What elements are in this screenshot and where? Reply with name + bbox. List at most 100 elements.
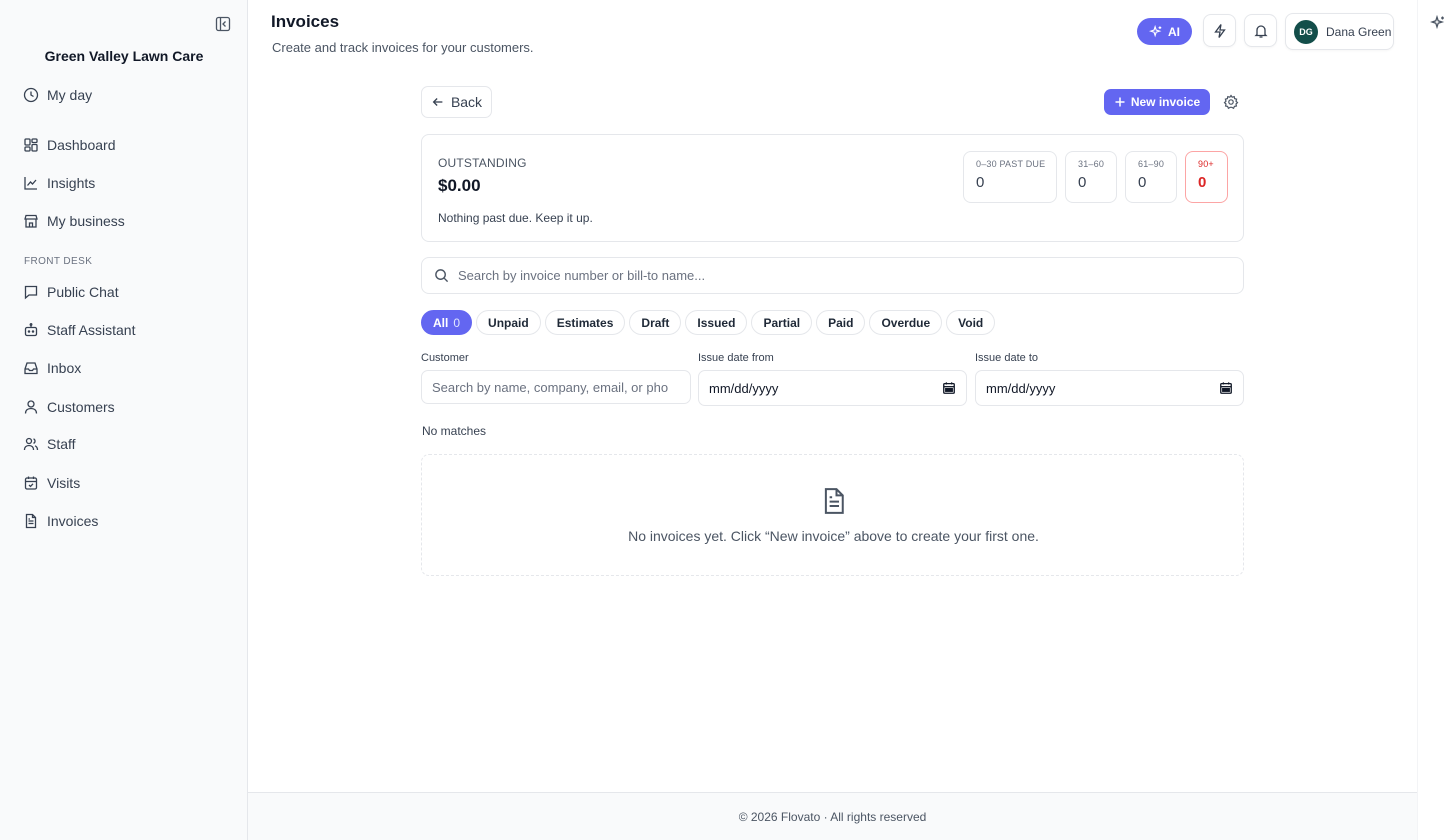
quick-actions-button[interactable] [1203,14,1236,47]
sidebar: Green Valley Lawn Care My day Dashboard … [0,0,248,840]
gear-icon[interactable] [1223,94,1239,110]
users-icon [23,437,39,451]
brand-name: Green Valley Lawn Care [44,48,204,64]
sidebar-item-staff[interactable]: Staff [23,434,76,454]
aging-bucket-61-90[interactable]: 61–90 0 [1125,151,1177,203]
sidebar-item-label: Staff Assistant [47,322,136,338]
sidebar-item-customers[interactable]: Customers [23,397,115,417]
status-filter-chips: All 0 Unpaid Estimates Draft Issued Part… [421,310,996,335]
customer-filter-field [421,370,691,404]
chip-all[interactable]: All 0 [421,310,473,335]
lightning-icon [1213,23,1226,38]
sidebar-item-my-business[interactable]: My business [23,211,125,231]
back-button-label: Back [450,94,483,110]
outstanding-amount: $0.00 [438,176,481,195]
inbox-icon [24,362,38,375]
footer-text: © 2026 Flovato · All rights reserved [738,809,927,824]
aging-bucket-31-60[interactable]: 31–60 0 [1065,151,1117,203]
aging-bucket-90-plus[interactable]: 90+ 0 [1185,151,1228,203]
sidebar-item-label: Dashboard [47,137,116,153]
sidebar-item-staff-assistant[interactable]: Staff Assistant [23,320,135,340]
date-from-field[interactable]: mm/dd/yyyy [698,370,967,406]
search-icon [435,269,449,283]
bucket-value: 0 [1078,174,1087,191]
bot-icon [24,323,38,337]
bucket-value: 0 [976,174,985,191]
user-menu-button[interactable]: DG Dana Green [1285,13,1394,50]
sidebar-item-dashboard[interactable]: Dashboard [23,135,116,155]
chip-estimates[interactable]: Estimates [544,310,626,335]
calendar-icon[interactable] [1219,381,1233,395]
sidebar-item-invoices[interactable]: Invoices [23,511,98,531]
page-title: Invoices [271,12,340,31]
bell-icon [1253,24,1268,38]
notifications-button[interactable] [1244,14,1277,47]
sidebar-item-label: Public Chat [47,284,119,300]
bucket-label: 61–90 [1138,159,1165,169]
chip-draft[interactable]: Draft [629,310,682,335]
sidebar-item-public-chat[interactable]: Public Chat [23,282,119,302]
sidebar-collapse-icon[interactable] [215,16,231,32]
ai-button[interactable]: AI [1137,18,1192,45]
arrow-left-icon [432,98,443,106]
empty-state: No invoices yet. Click “New invoice” abo… [421,454,1244,576]
date-to-field[interactable]: mm/dd/yyyy [975,370,1244,406]
bucket-value: 0 [1138,174,1147,191]
sidebar-item-label: My business [47,213,125,229]
chip-paid[interactable]: Paid [816,310,866,335]
chip-void[interactable]: Void [946,310,996,335]
avatar: DG [1294,19,1318,44]
chat-bubble-icon [24,285,38,300]
results-status: No matches [422,424,487,438]
sidebar-item-label: Insights [47,175,96,191]
invoice-search-box [421,257,1244,294]
dashboard-grid-icon [24,138,38,152]
chip-count: 0 [453,315,461,330]
date-to-label: Issue date to [975,352,1038,364]
date-from-label: Issue date from [698,352,774,364]
chip-unpaid[interactable]: Unpaid [476,310,541,335]
sidebar-item-label: Invoices [47,513,99,529]
sidebar-item-insights[interactable]: Insights [23,173,95,193]
clock-icon [23,87,39,103]
sidebar-item-label: My day [47,87,93,103]
sidebar-item-my-day[interactable]: My day [23,85,92,105]
invoice-search-input[interactable] [458,268,1218,283]
new-invoice-button[interactable]: New invoice [1104,89,1210,115]
sparkles-icon [1149,24,1162,37]
sidebar-item-label: Customers [47,399,115,415]
aging-bucket-0-30[interactable]: 0–30 PAST DUE 0 [963,151,1057,203]
plus-icon [1115,97,1125,107]
bucket-label: 90+ [1198,159,1214,169]
user-icon [24,400,38,414]
calendar-check-icon [24,476,38,490]
nav-section-front-desk: FRONT DESK [24,256,93,267]
chip-issued[interactable]: Issued [685,310,748,335]
sidebar-item-label: Visits [47,475,81,491]
footer: © 2026 Flovato · All rights reserved [248,792,1417,840]
bucket-value: 0 [1198,174,1207,191]
bucket-label: 31–60 [1078,159,1105,169]
sidebar-item-label: Staff [47,436,76,452]
chip-label: All [433,315,449,330]
bucket-label: 0–30 PAST DUE [976,159,1046,169]
date-to-value: mm/dd/yyyy [986,380,1056,396]
sidebar-item-inbox[interactable]: Inbox [23,358,81,378]
ai-button-label: AI [1168,24,1180,39]
customer-filter-input[interactable] [432,379,680,395]
right-rail [1417,0,1456,840]
document-icon [824,488,844,514]
page-subtitle: Create and track invoices for your custo… [272,40,534,55]
calendar-icon[interactable] [942,381,956,395]
sparkles-icon[interactable] [1429,14,1446,31]
chip-partial[interactable]: Partial [751,310,813,335]
back-button[interactable]: Back [421,86,492,118]
file-text-icon [25,513,37,529]
outstanding-label: OUTSTANDING [438,156,527,170]
empty-state-text: No invoices yet. Click “New invoice” abo… [628,528,1039,544]
sidebar-item-visits[interactable]: Visits [23,473,80,493]
customer-filter-label: Customer [421,352,469,364]
chip-overdue[interactable]: Overdue [869,310,943,335]
date-from-value: mm/dd/yyyy [709,380,779,396]
new-invoice-label: New invoice [1130,95,1201,109]
